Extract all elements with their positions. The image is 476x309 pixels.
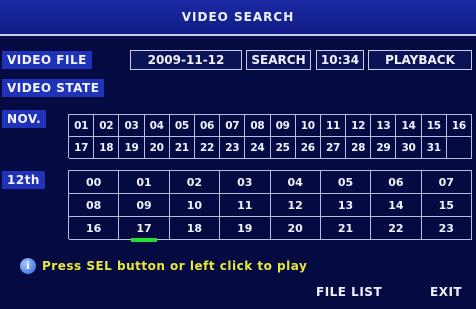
day-cell[interactable]: 12: [346, 115, 372, 137]
hour-label: 21: [337, 221, 354, 235]
day-cell[interactable]: 30: [396, 137, 422, 159]
day-cell[interactable]: 01: [69, 115, 95, 137]
hour-label: 12: [287, 198, 303, 212]
hour-label: 13: [337, 198, 354, 212]
hour-grid: 00 01 02 03 04 05 06 07 08 09 10 11 12 13 14 15 16 17 18 19…: [68, 170, 472, 242]
hour-label: 15: [438, 198, 454, 212]
search-button[interactable]: SEARCH: [246, 50, 311, 70]
hour-cell[interactable]: 12: [270, 194, 321, 217]
hour-label: 14: [388, 198, 404, 212]
day-cell[interactable]: 28: [346, 137, 372, 159]
selected-hour-marker: [131, 238, 158, 242]
hint-text: Press SEL button or left click to play: [42, 259, 308, 273]
hour-cell[interactable]: 16: [69, 217, 120, 240]
day-cell[interactable]: 16: [446, 115, 472, 137]
hour-cell[interactable]: 00: [69, 171, 120, 194]
month-label: NOV.: [2, 110, 47, 128]
day-cell[interactable]: 15: [421, 115, 447, 137]
hour-cell[interactable]: 10: [169, 194, 221, 217]
hour-cell[interactable]: 09: [119, 194, 170, 217]
file-list-button[interactable]: FILE LIST: [316, 285, 382, 299]
hour-label: 03: [237, 175, 253, 189]
hour-label: 06: [388, 175, 404, 189]
day-cell[interactable]: 31: [421, 137, 447, 159]
hour-cell[interactable]: 07: [421, 171, 472, 194]
hour-cell[interactable]: 13: [320, 194, 372, 217]
hour-label: 23: [438, 221, 454, 235]
hour-label: 07: [438, 175, 454, 189]
hour-label: 22: [388, 221, 404, 235]
hour-cell[interactable]: 03: [220, 171, 271, 194]
video-state-label: VIDEO STATE: [2, 79, 105, 97]
hour-cell[interactable]: 11: [220, 194, 271, 217]
day-cell[interactable]: 14: [396, 115, 422, 137]
hour-label: 18: [186, 221, 203, 235]
day-cell[interactable]: 08: [245, 115, 271, 137]
time-field[interactable]: 10:34: [316, 50, 364, 70]
hour-cell[interactable]: 21: [320, 217, 372, 240]
video-search-screen: VIDEO SEARCH VIDEO FILE 2009-11-12 SEARC…: [0, 0, 476, 309]
hour-label: 05: [337, 175, 354, 189]
day-cell[interactable]: 25: [270, 137, 296, 159]
day-cell[interactable]: 06: [194, 115, 221, 137]
day-cell[interactable]: 19: [119, 137, 145, 159]
hour-cell[interactable]: 14: [371, 194, 422, 217]
day-cell[interactable]: 07: [220, 115, 246, 137]
title-bar: VIDEO SEARCH: [0, 0, 476, 36]
hour-cell[interactable]: 05: [320, 171, 372, 194]
day-cell[interactable]: 09: [270, 115, 296, 137]
day-cell[interactable]: 29: [371, 137, 397, 159]
hour-label: 16: [86, 221, 102, 235]
day-cell[interactable]: 05: [169, 115, 195, 137]
hour-cell[interactable]: 15: [421, 194, 472, 217]
day-label: 12th: [2, 171, 45, 189]
screen-title: VIDEO SEARCH: [181, 10, 295, 24]
hour-label: 08: [86, 198, 102, 212]
date-field[interactable]: 2009-11-12: [130, 50, 242, 70]
day-cell[interactable]: 03: [119, 115, 145, 137]
day-cell[interactable]: 18: [94, 137, 120, 159]
hour-label: 04: [287, 175, 303, 189]
hour-cell[interactable]: 02: [169, 171, 221, 194]
day-cell[interactable]: 10: [295, 115, 321, 137]
hour-cell[interactable]: 08: [69, 194, 120, 217]
hour-cell[interactable]: 23: [421, 217, 472, 240]
day-cell[interactable]: 17: [69, 137, 95, 159]
day-cell[interactable]: 02: [94, 115, 120, 137]
exit-button[interactable]: EXIT: [430, 285, 462, 299]
hour-cell[interactable]: 22: [371, 217, 422, 240]
day-cell[interactable]: 13: [371, 115, 397, 137]
video-file-label: VIDEO FILE: [2, 51, 92, 69]
day-cell[interactable]: 24: [245, 137, 271, 159]
day-cell[interactable]: 23: [220, 137, 246, 159]
hour-label: 00: [86, 175, 102, 189]
hour-cell[interactable]: 19: [220, 217, 271, 240]
hour-label: 09: [136, 198, 152, 212]
hour-label: 20: [287, 221, 303, 235]
playback-button[interactable]: PLAYBACK: [368, 50, 472, 70]
day-grid: 01 02 03 04 05 06 07 08 09 10 11 12 13 14 15 16 17 18 19 20…: [68, 114, 472, 159]
hour-label: 17: [136, 221, 152, 235]
hour-label: 01: [136, 175, 152, 189]
hour-label: 11: [237, 198, 253, 212]
day-cell[interactable]: 11: [320, 115, 347, 137]
hour-cell[interactable]: 01: [119, 171, 170, 194]
empty-day-cell: [446, 137, 472, 159]
info-icon: i: [20, 258, 36, 274]
hour-cell[interactable]: 06: [371, 171, 422, 194]
hour-label: 19: [237, 221, 253, 235]
hour-cell[interactable]: 04: [270, 171, 321, 194]
day-cell[interactable]: 27: [320, 137, 347, 159]
hour-cell[interactable]: 17: [119, 217, 170, 242]
hour-cell[interactable]: 20: [270, 217, 321, 240]
hour-cell[interactable]: 18: [169, 217, 221, 240]
day-cell[interactable]: 04: [144, 115, 170, 137]
day-cell[interactable]: 22: [194, 137, 221, 159]
day-cell[interactable]: 26: [295, 137, 321, 159]
day-cell[interactable]: 21: [169, 137, 195, 159]
hour-label: 02: [186, 175, 203, 189]
hour-label: 10: [186, 198, 203, 212]
day-cell[interactable]: 20: [144, 137, 170, 159]
